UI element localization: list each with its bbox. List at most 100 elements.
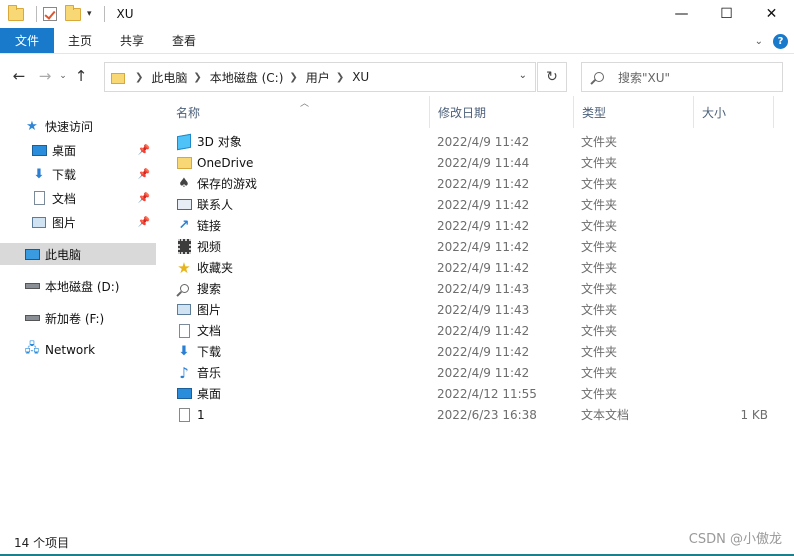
nav-item-pictures[interactable]: 图片 📌 (0, 211, 156, 233)
up-button[interactable]: ↑ (70, 65, 92, 87)
file-name-cell: 搜索 (176, 278, 221, 299)
file-date: 2022/4/9 11:42 (437, 323, 530, 338)
breadcrumb-xu[interactable]: XU (352, 70, 369, 84)
file-size (700, 299, 768, 320)
properties-icon[interactable] (43, 6, 59, 22)
nav-item-this-pc[interactable]: 此电脑 (0, 243, 156, 265)
file-name: 联系人 (197, 198, 234, 212)
file-size (700, 341, 768, 362)
file-row[interactable]: ♠ 保存的游戏 2022/4/9 11:42 文件夹 (160, 173, 794, 194)
file-row[interactable]: ★ 收藏夹 2022/4/9 11:42 文件夹 (160, 257, 794, 278)
help-icon[interactable]: ? (773, 33, 788, 49)
file-size (700, 257, 768, 278)
file-type: 文件夹 (581, 324, 618, 338)
back-button[interactable]: ← (8, 65, 30, 87)
file-row[interactable]: ⬇ 下载 2022/4/9 11:42 文件夹 (160, 341, 794, 362)
pin-icon[interactable]: 📌 (138, 169, 150, 180)
maximize-button[interactable]: ☐ (704, 0, 749, 28)
file-name: 音乐 (197, 366, 222, 380)
nav-item-label: 本地磁盘 (D:) (45, 279, 120, 294)
file-date: 2022/4/9 11:42 (437, 239, 530, 254)
file-row[interactable]: 搜索 2022/4/9 11:43 文件夹 (160, 278, 794, 299)
file-size (700, 383, 768, 404)
tab-view[interactable]: 查看 (158, 28, 210, 53)
file-type: 文件夹 (581, 261, 618, 275)
breadcrumb-local-disk-c[interactable]: 本地磁盘 (C:) (210, 69, 284, 86)
file-name: 保存的游戏 (197, 177, 258, 191)
file-date: 2022/4/9 11:42 (437, 197, 530, 212)
file-row[interactable]: OneDrive 2022/4/9 11:44 文件夹 (160, 152, 794, 173)
nav-item-label: 文档 (52, 191, 77, 206)
tab-file[interactable]: 文件 (0, 28, 54, 53)
recent-locations-button[interactable]: ⌄ (56, 65, 70, 87)
file-date: 2022/4/9 11:42 (437, 344, 530, 359)
chevron-right-icon[interactable]: ❯ (289, 72, 297, 83)
column-type[interactable]: 类型 (574, 96, 694, 128)
file-name: 收藏夹 (197, 261, 234, 275)
file-row[interactable]: 图片 2022/4/9 11:43 文件夹 (160, 299, 794, 320)
chevron-down-icon[interactable]: ⌄ (519, 70, 527, 81)
file-row[interactable]: 联系人 2022/4/9 11:42 文件夹 (160, 194, 794, 215)
file-row[interactable]: 桌面 2022/4/12 11:55 文件夹 (160, 383, 794, 404)
file-name: OneDrive (197, 155, 254, 170)
nav-item-desktop[interactable]: 桌面 📌 (0, 139, 156, 161)
close-button[interactable]: ✕ (749, 0, 794, 28)
new-folder-icon[interactable] (65, 5, 81, 22)
file-type: 文件夹 (581, 282, 618, 296)
file-date: 2022/6/23 16:38 (437, 407, 537, 422)
nav-item-downloads[interactable]: ⬇ 下载 📌 (0, 163, 156, 185)
tab-share[interactable]: 共享 (106, 28, 158, 53)
tab-home[interactable]: 主页 (54, 28, 106, 53)
file-row[interactable]: 文档 2022/4/9 11:42 文件夹 (160, 320, 794, 341)
file-row[interactable]: 视频 2022/4/9 11:42 文件夹 (160, 236, 794, 257)
forward-button[interactable]: → (34, 65, 56, 87)
nav-item-documents[interactable]: 文档 📌 (0, 187, 156, 209)
chevron-right-icon[interactable]: ❯ (135, 72, 143, 83)
nav-item-label: 图片 (52, 215, 77, 230)
pin-icon[interactable]: 📌 (138, 145, 150, 156)
star-icon: ★ (177, 258, 191, 277)
file-name-cell: ♠ 保存的游戏 (176, 173, 257, 194)
file-type: 文件夹 (581, 366, 618, 380)
chevron-right-icon[interactable]: ❯ (193, 72, 201, 83)
file-row[interactable]: 1 2022/6/23 16:38 文本文档 1 KB (160, 404, 794, 425)
drive-icon (24, 310, 40, 326)
minimize-button[interactable]: — (659, 0, 704, 28)
file-date: 2022/4/9 11:42 (437, 176, 530, 191)
file-name: 视频 (197, 240, 222, 254)
nav-item-local-disk-d[interactable]: 本地磁盘 (D:) (0, 275, 156, 297)
nav-item-network[interactable]: 🖧 Network (0, 339, 156, 361)
nav-item-new-volume-f[interactable]: 新加卷 (F:) (0, 307, 156, 329)
pin-icon[interactable]: 📌 (138, 217, 150, 228)
chevron-right-icon[interactable]: ❯ (336, 72, 344, 83)
file-name-cell: ↗ 链接 (176, 215, 221, 236)
nav-item-label: 下载 (52, 167, 77, 182)
file-row[interactable]: ♪ 音乐 2022/4/9 11:42 文件夹 (160, 362, 794, 383)
column-date-modified[interactable]: 修改日期 (430, 96, 574, 128)
file-name: 下载 (197, 345, 222, 359)
expand-ribbon-icon[interactable]: ⌄ (755, 36, 763, 47)
refresh-button[interactable]: ↻ (537, 62, 567, 92)
breadcrumb-this-pc[interactable]: 此电脑 (151, 69, 187, 86)
desktop-icon (31, 142, 47, 158)
search-input[interactable]: 搜索"XU" (581, 62, 783, 92)
file-size (700, 131, 768, 152)
column-size[interactable]: 大小 (694, 96, 774, 128)
file-type: 文件夹 (581, 135, 618, 149)
customize-toolbar-icon[interactable]: ▾ (87, 9, 92, 19)
link-icon: ↗ (178, 218, 190, 233)
breadcrumb-users[interactable]: 用户 (306, 69, 330, 86)
column-name[interactable]: 名称 (168, 96, 430, 128)
file-name-cell: ⬇ 下载 (176, 341, 221, 362)
address-bar[interactable]: ❯ 此电脑 ❯ 本地磁盘 (C:) ❯ 用户 ❯ XU ⌄ (104, 62, 536, 92)
file-name-cell: 联系人 (176, 194, 233, 215)
network-icon: 🖧 (24, 341, 40, 356)
file-row[interactable]: 3D 对象 2022/4/9 11:42 文件夹 (160, 131, 794, 152)
file-row[interactable]: ↗ 链接 2022/4/9 11:42 文件夹 (160, 215, 794, 236)
divider (36, 6, 37, 22)
nav-item-quick-access[interactable]: ★ 快速访问 (0, 115, 156, 137)
pin-icon[interactable]: 📌 (138, 193, 150, 204)
document-icon (31, 190, 47, 206)
navigation-pane: ★ 快速访问 桌面 📌 ⬇ 下载 📌 文档 📌 图片 📌 此电脑 本地磁盘 (D… (0, 96, 158, 526)
file-type: 文件夹 (581, 387, 618, 401)
